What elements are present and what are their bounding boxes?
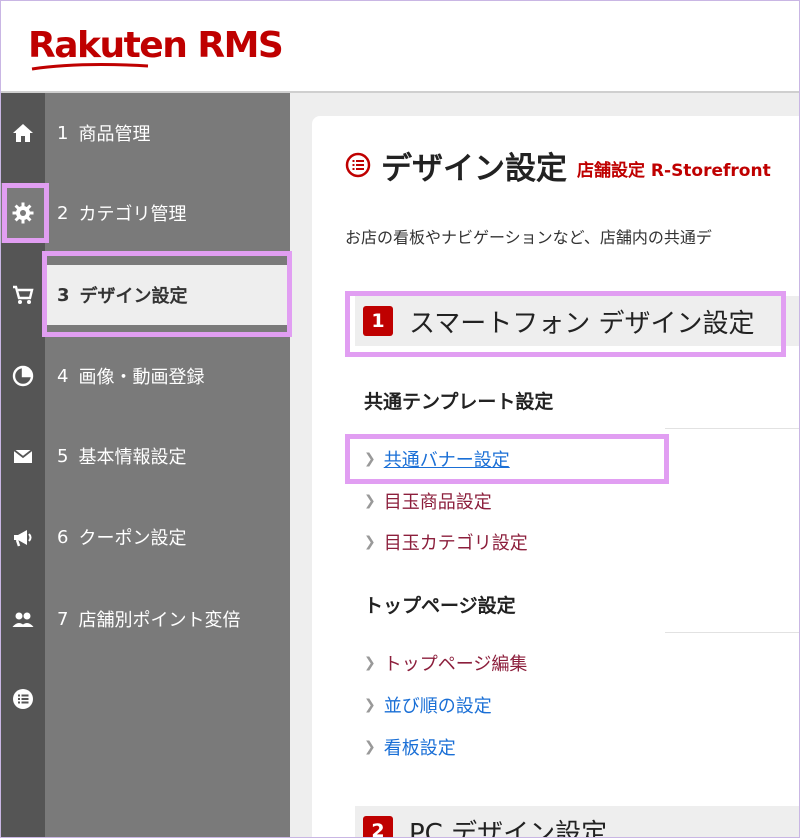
menu-number: 7 bbox=[57, 608, 69, 630]
list-icon[interactable] bbox=[0, 669, 45, 729]
top-header: Rakuten RMS bbox=[0, 0, 800, 93]
sidebar-item-points[interactable]: 7 店舗別ポイント変倍 bbox=[45, 589, 290, 649]
gear-icon[interactable] bbox=[0, 183, 45, 243]
page-subtitle: 店舗設定 R-Storefront bbox=[577, 160, 771, 181]
menu-number: 3 bbox=[57, 284, 70, 306]
megaphone-icon[interactable] bbox=[0, 507, 45, 567]
link-label[interactable]: 並び順の設定 bbox=[384, 692, 492, 718]
group-heading-top-page: トップページ設定 bbox=[364, 595, 516, 617]
page-header: デザイン設定 店舗設定 R-Storefront bbox=[345, 145, 771, 187]
divider bbox=[665, 632, 800, 633]
chevron-right-icon: ❯ bbox=[364, 697, 376, 713]
cart-icon[interactable] bbox=[0, 265, 45, 325]
sidebar-item-design[interactable]: 3 デザイン設定 bbox=[45, 265, 290, 325]
menu-label: 商品管理 bbox=[78, 124, 151, 145]
section-smartphone-design: 1 スマートフォン デザイン設定 bbox=[355, 296, 800, 346]
menu-number: 1 bbox=[57, 122, 69, 144]
home-icon[interactable] bbox=[0, 103, 45, 163]
menu-number: 5 bbox=[57, 445, 69, 467]
link-top-page-edit[interactable]: ❯ トップページ編集 bbox=[364, 651, 527, 675]
link-label[interactable]: 目玉カテゴリ設定 bbox=[384, 529, 528, 555]
logo-swoosh bbox=[31, 63, 149, 71]
chevron-right-icon: ❯ bbox=[364, 493, 376, 509]
menu-number: 6 bbox=[57, 526, 69, 548]
section-number-badge: 1 bbox=[363, 306, 393, 336]
menu-label: 店舗別ポイント変倍 bbox=[78, 610, 241, 631]
menu-label: 基本情報設定 bbox=[78, 447, 187, 468]
link-featured-category[interactable]: ❯ 目玉カテゴリ設定 bbox=[364, 530, 528, 554]
link-signboard[interactable]: ❯ 看板設定 bbox=[364, 735, 456, 759]
menu-label: クーポン設定 bbox=[78, 528, 187, 549]
menu-number: 4 bbox=[57, 365, 69, 387]
divider bbox=[665, 428, 800, 429]
sidebar-item-coupon[interactable]: 6 クーポン設定 bbox=[45, 507, 290, 567]
menu-number: 2 bbox=[57, 202, 69, 224]
chevron-right-icon: ❯ bbox=[364, 534, 376, 550]
sidebar-item-product[interactable]: 1 商品管理 bbox=[45, 103, 290, 163]
group-heading-common-template: 共通テンプレート設定 bbox=[364, 391, 554, 413]
sidebar-item-category[interactable]: 2 カテゴリ管理 bbox=[45, 183, 290, 243]
page-description: お店の看板やナビゲーションなど、店舗内の共通デ bbox=[345, 228, 712, 247]
sidebar-item-basic-info[interactable]: 5 基本情報設定 bbox=[45, 426, 290, 486]
chevron-right-icon: ❯ bbox=[364, 655, 376, 671]
menu-label: カテゴリ管理 bbox=[78, 204, 187, 225]
section-number-badge: 2 bbox=[363, 816, 393, 838]
page-title: デザイン設定 bbox=[381, 150, 567, 187]
users-icon[interactable] bbox=[0, 589, 45, 649]
link-featured-product[interactable]: ❯ 目玉商品設定 bbox=[364, 489, 492, 513]
menu-label: 画像・動画登録 bbox=[78, 367, 205, 388]
pie-chart-icon[interactable] bbox=[0, 346, 45, 406]
chevron-right-icon: ❯ bbox=[364, 451, 376, 467]
link-label[interactable]: 看板設定 bbox=[384, 734, 456, 760]
link-sort-order[interactable]: ❯ 並び順の設定 bbox=[364, 693, 492, 717]
section-pc-design: 2 PC デザイン設定 bbox=[355, 806, 800, 838]
link-label[interactable]: トップページ編集 bbox=[384, 650, 528, 676]
link-label[interactable]: 共通バナー設定 bbox=[384, 446, 510, 472]
sidebar-item-media[interactable]: 4 画像・動画登録 bbox=[45, 346, 290, 406]
chevron-right-icon: ❯ bbox=[364, 739, 376, 755]
link-label[interactable]: 目玉商品設定 bbox=[384, 488, 492, 514]
section-title: スマートフォン デザイン設定 bbox=[409, 308, 755, 339]
list-icon bbox=[345, 152, 371, 178]
menu-label: デザイン設定 bbox=[79, 286, 188, 307]
section-title: PC デザイン設定 bbox=[409, 818, 608, 838]
mail-icon[interactable] bbox=[0, 426, 45, 486]
link-common-banner[interactable]: ❯ 共通バナー設定 bbox=[364, 447, 510, 471]
